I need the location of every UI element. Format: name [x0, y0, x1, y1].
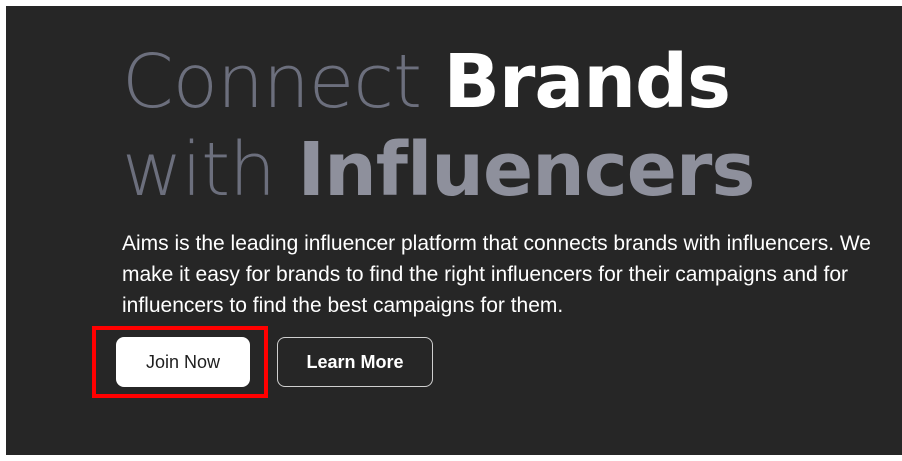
headline-line-1: Connect Brands — [122, 38, 754, 126]
headline-influencers-text: Influencers — [297, 127, 756, 213]
headline-line-2: with Influencers — [122, 126, 756, 214]
headline-brands-text: Brands — [443, 39, 732, 125]
hero-headline: Connect Brands with Influencers — [122, 38, 756, 214]
headline-connect-text: Connect — [122, 39, 444, 125]
join-now-button[interactable]: Join Now — [116, 337, 250, 387]
learn-more-button[interactable]: Learn More — [277, 337, 433, 387]
headline-with-text: with — [122, 127, 298, 213]
hero-description: Aims is the leading influencer platform … — [122, 232, 871, 317]
